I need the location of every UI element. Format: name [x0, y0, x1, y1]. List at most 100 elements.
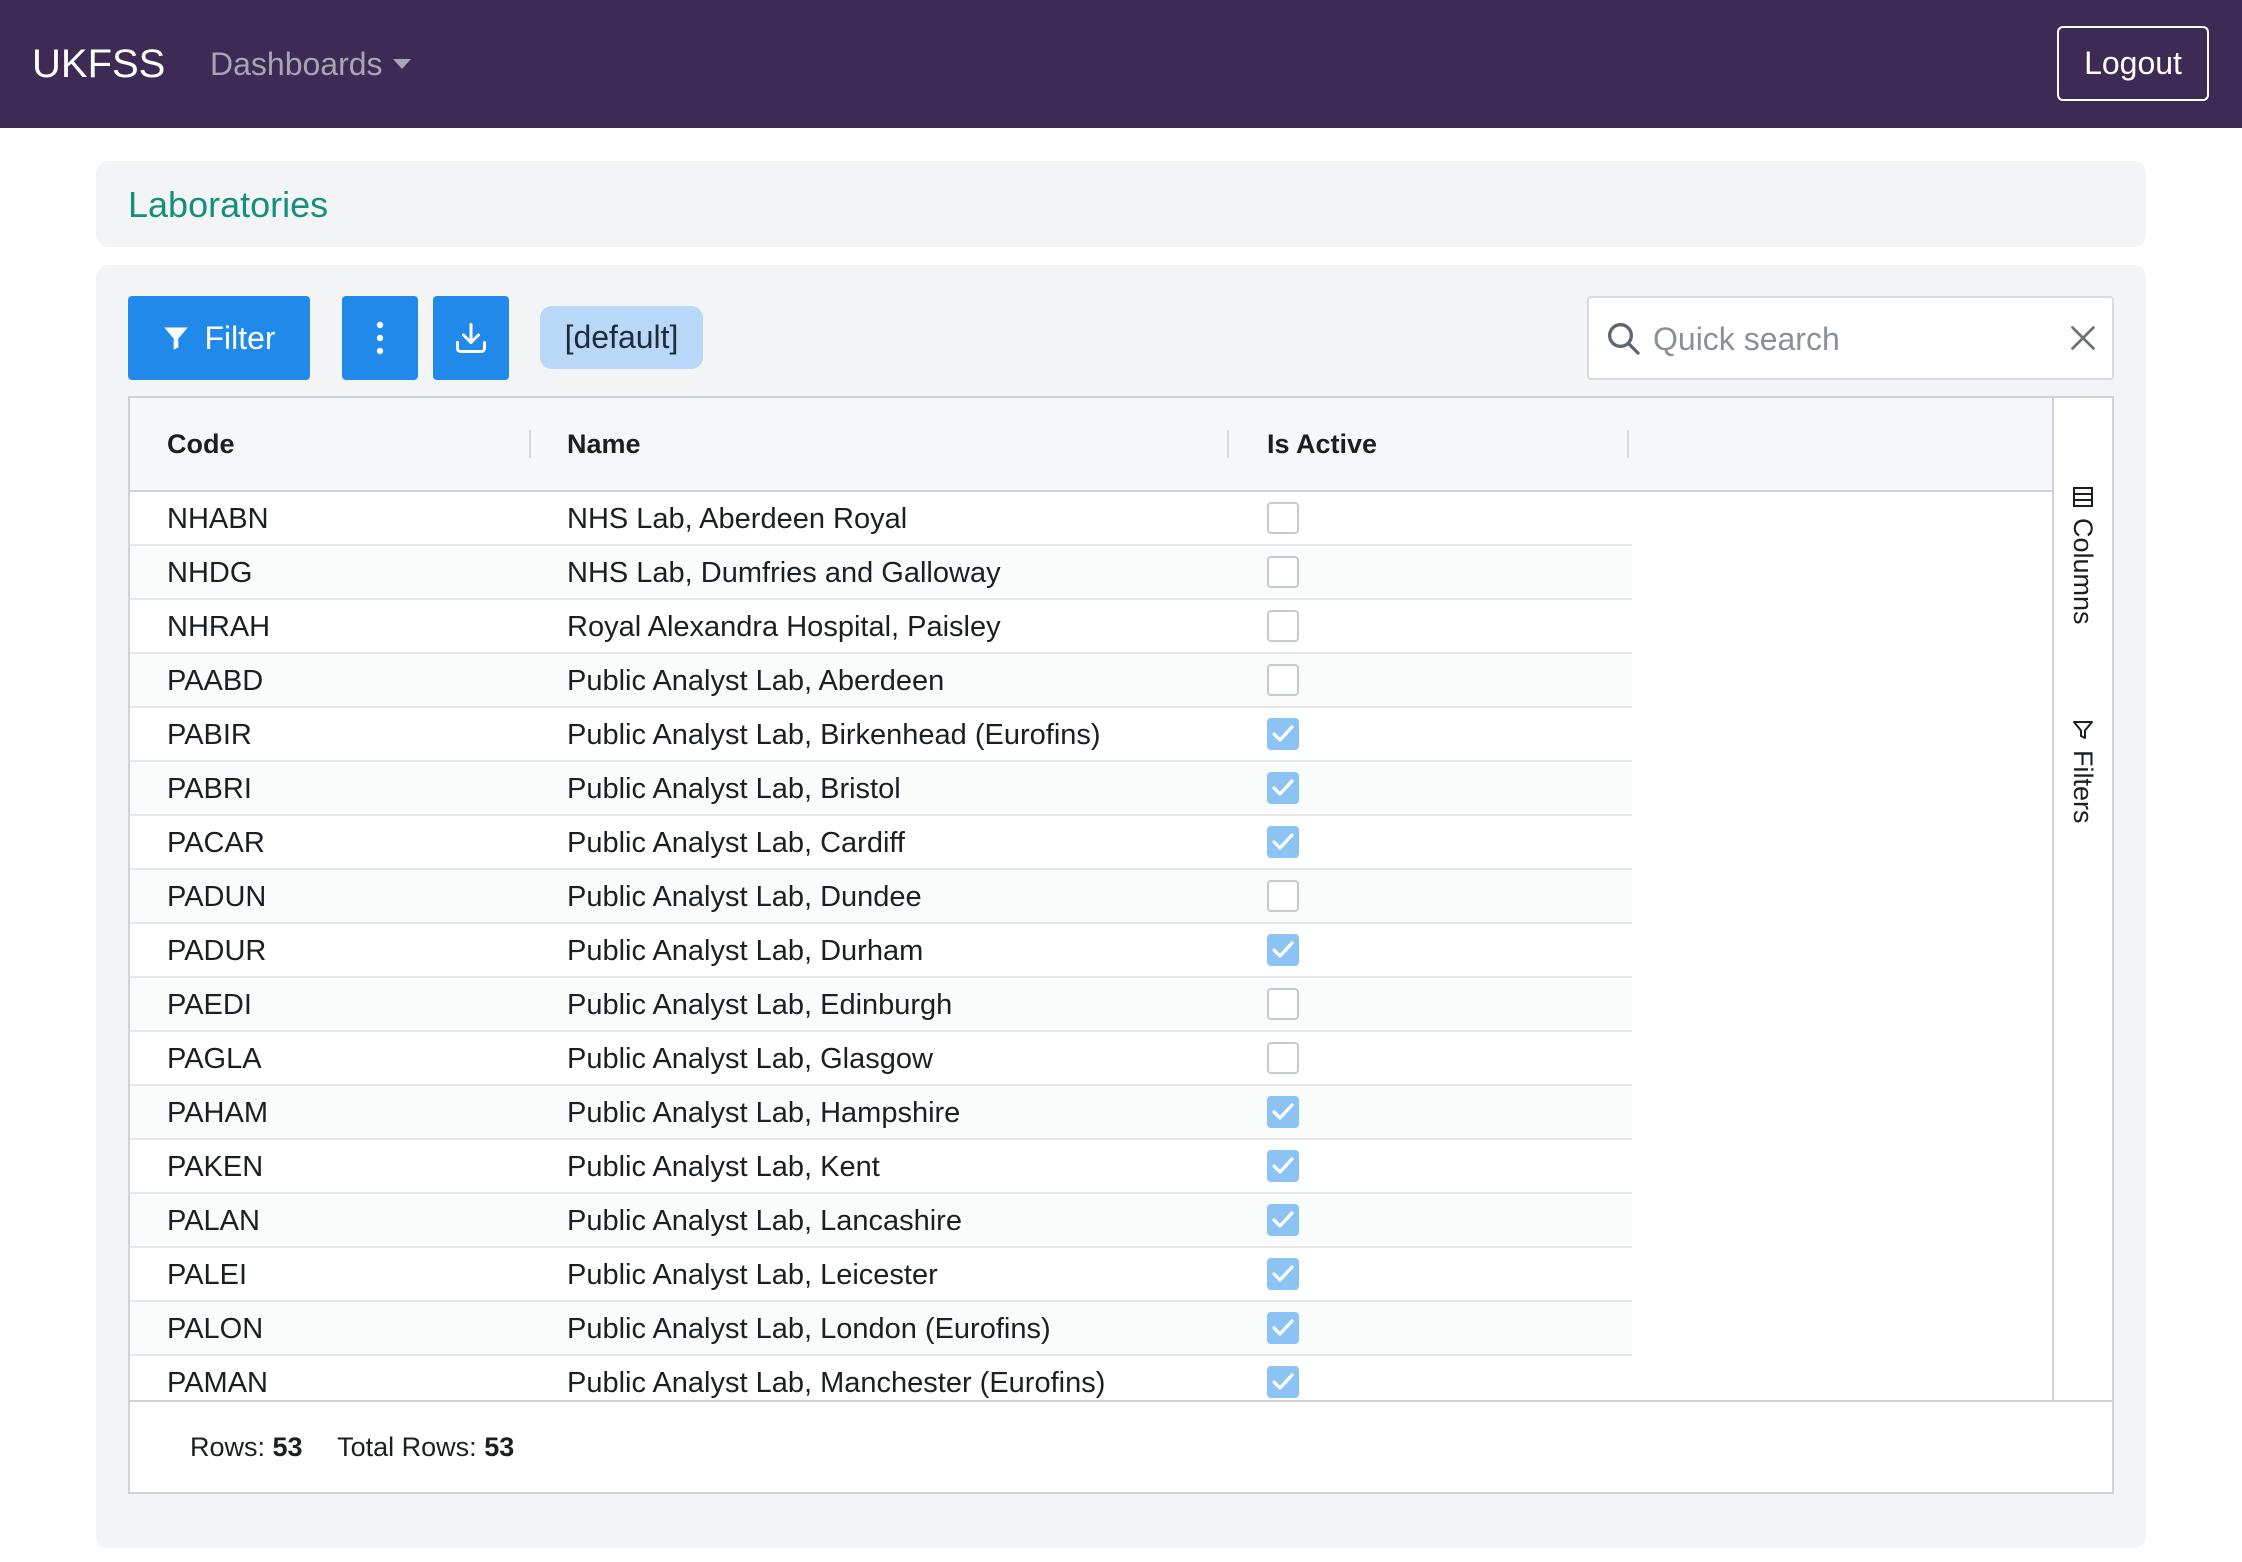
cell-name: NHS Lab, Dumfries and Galloway [567, 557, 1001, 589]
download-button[interactable] [433, 296, 509, 380]
search-input[interactable] [1651, 312, 2045, 366]
cell-name: Public Analyst Lab, Manchester (Eurofins… [567, 1367, 1106, 1399]
view-preset-chip[interactable]: [default] [540, 306, 703, 369]
cell-name: Public Analyst Lab, Durham [567, 935, 924, 967]
is-active-checkbox[interactable] [1267, 880, 1299, 912]
cell-name: Public Analyst Lab, Edinburgh [567, 989, 953, 1021]
checkmark-icon [1272, 833, 1294, 850]
cell-code: PAABD [167, 665, 264, 697]
filter-button-label: Filter [204, 319, 276, 356]
cell-name: Public Analyst Lab, Lancashire [567, 1205, 962, 1237]
table-row[interactable]: NHRAH Royal Alexandra Hospital, Paisley [130, 600, 1632, 654]
table-row[interactable]: PADUR Public Analyst Lab, Durham [130, 924, 1632, 978]
total-rows-label: Total Rows: [337, 1432, 477, 1462]
checkmark-icon [1272, 725, 1294, 742]
column-resize-handle[interactable] [1627, 430, 1629, 458]
cell-code: PADUR [167, 935, 267, 967]
table-row[interactable]: NHDG NHS Lab, Dumfries and Galloway [130, 546, 1632, 600]
is-active-checkbox[interactable] [1267, 934, 1299, 966]
table-row[interactable]: PADUN Public Analyst Lab, Dundee [130, 870, 1632, 924]
data-grid: Code Name Is Active NHABN NHS Lab, Aberde… [128, 396, 2114, 1494]
brand-logo[interactable]: UKFSS [32, 40, 165, 88]
cell-code: PADUN [167, 881, 267, 913]
table-row[interactable]: PABRI Public Analyst Lab, Bristol [130, 762, 1632, 816]
dashboards-label: Dashboards [210, 46, 383, 82]
is-active-checkbox[interactable] [1267, 1312, 1299, 1344]
table-row[interactable]: PAHAM Public Analyst Lab, Hampshire [130, 1086, 1632, 1140]
is-active-checkbox[interactable] [1267, 1366, 1299, 1398]
grid-header: Code Name Is Active [130, 398, 2052, 492]
cell-code: PALEI [167, 1259, 248, 1291]
rows-value: 53 [272, 1432, 303, 1462]
quick-search [1587, 296, 2114, 380]
is-active-checkbox[interactable] [1267, 1258, 1299, 1290]
cell-code: PAMAN [167, 1367, 268, 1399]
table-row[interactable]: PALAN Public Analyst Lab, Lancashire [130, 1194, 1632, 1248]
checkmark-icon [1272, 779, 1294, 796]
cell-name: Public Analyst Lab, Aberdeen [567, 665, 945, 697]
more-options-button[interactable] [342, 296, 418, 380]
cell-code: PACAR [167, 827, 265, 859]
is-active-checkbox[interactable] [1267, 664, 1299, 696]
download-icon [456, 323, 486, 353]
cell-name: Public Analyst Lab, Dundee [567, 881, 922, 913]
rows-label: Rows: [190, 1432, 266, 1462]
search-icon [1608, 323, 1640, 355]
cell-name: Public Analyst Lab, Leicester [567, 1259, 938, 1291]
column-resize-handle[interactable] [529, 430, 531, 458]
is-active-checkbox[interactable] [1267, 1042, 1299, 1074]
caret-down-icon [392, 58, 411, 69]
column-resize-handle[interactable] [1227, 430, 1229, 458]
cell-code: PABIR [167, 719, 252, 751]
checkmark-icon [1272, 1211, 1294, 1228]
cell-code: PAGLA [167, 1043, 262, 1075]
cell-code: PALON [167, 1313, 264, 1345]
column-header-code[interactable]: Code [167, 428, 235, 460]
grid-status-bar: Rows: 53 Total Rows: 53 [130, 1400, 2112, 1492]
is-active-checkbox[interactable] [1267, 610, 1299, 642]
is-active-checkbox[interactable] [1267, 718, 1299, 750]
checkmark-icon [1272, 941, 1294, 958]
row-count-summary: Rows: 53 Total Rows: 53 [190, 1430, 514, 1464]
is-active-checkbox[interactable] [1267, 826, 1299, 858]
checkmark-icon [1272, 1319, 1294, 1336]
column-header-name[interactable]: Name [567, 428, 641, 460]
is-active-checkbox[interactable] [1267, 556, 1299, 588]
cell-code: PAHAM [167, 1097, 268, 1129]
checkmark-icon [1272, 1265, 1294, 1282]
is-active-checkbox[interactable] [1267, 1204, 1299, 1236]
filter-button[interactable]: Filter [128, 296, 310, 380]
cell-code: PAEDI [167, 989, 252, 1021]
is-active-checkbox[interactable] [1267, 1150, 1299, 1182]
page-title-card: Laboratories [96, 161, 2146, 247]
cell-name: Public Analyst Lab, London (Eurofins) [567, 1313, 1051, 1345]
is-active-checkbox[interactable] [1267, 988, 1299, 1020]
table-row[interactable]: PABIR Public Analyst Lab, Birkenhead (Eur… [130, 708, 1632, 762]
table-row[interactable]: PAABD Public Analyst Lab, Aberdeen [130, 654, 1632, 708]
checkmark-icon [1272, 1373, 1294, 1390]
table-row[interactable]: PACAR Public Analyst Lab, Cardiff [130, 816, 1632, 870]
table-row[interactable]: NHABN NHS Lab, Aberdeen Royal [130, 492, 1632, 546]
cell-code: NHABN [167, 503, 269, 535]
checkmark-icon [1272, 1157, 1294, 1174]
columns-icon [2073, 487, 2093, 507]
columns-panel-tab[interactable]: Columns [2054, 486, 2112, 626]
table-row[interactable]: PALEI Public Analyst Lab, Leicester [130, 1248, 1632, 1302]
top-navbar: UKFSS Dashboards Logout [0, 0, 2242, 128]
close-icon[interactable] [2065, 320, 2101, 356]
logout-button[interactable]: Logout [2057, 26, 2209, 101]
is-active-checkbox[interactable] [1267, 772, 1299, 804]
dashboards-dropdown[interactable]: Dashboards [210, 44, 411, 84]
cell-name: Public Analyst Lab, Bristol [567, 773, 901, 805]
is-active-checkbox[interactable] [1267, 502, 1299, 534]
cell-code: NHDG [167, 557, 253, 589]
filters-panel-tab[interactable]: Filters [2054, 718, 2112, 838]
is-active-checkbox[interactable] [1267, 1096, 1299, 1128]
column-header-is-active[interactable]: Is Active [1267, 428, 1377, 460]
table-row[interactable]: PAGLA Public Analyst Lab, Glasgow [130, 1032, 1632, 1086]
filters-tab-label: Filters [2068, 750, 2098, 824]
table-row[interactable]: PAEDI Public Analyst Lab, Edinburgh [130, 978, 1632, 1032]
table-row[interactable]: PALON Public Analyst Lab, London (Eurofin… [130, 1302, 1632, 1356]
table-row[interactable]: PAKEN Public Analyst Lab, Kent [130, 1140, 1632, 1194]
cell-name: Royal Alexandra Hospital, Paisley [567, 611, 1001, 643]
